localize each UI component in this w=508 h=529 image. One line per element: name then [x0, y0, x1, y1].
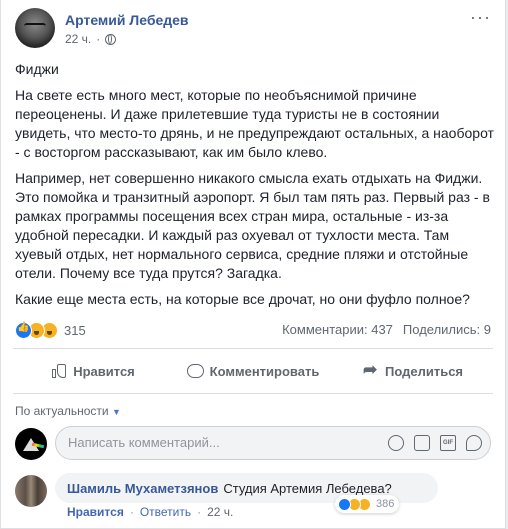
like-reaction-icon [15, 322, 32, 339]
post-time[interactable]: 22 ч. [65, 32, 91, 46]
post-body: Фиджи На свете есть много мест, которые … [15, 60, 495, 316]
comment-icon [186, 364, 204, 378]
like-reaction-icon [338, 497, 351, 511]
post-card: Артемий Лебедев 22 ч. · ··· Фиджи На све… [0, 0, 506, 529]
comment-reply-link[interactable]: Ответить [140, 505, 191, 519]
more-options-button[interactable]: ··· [470, 8, 491, 26]
separator: · [197, 505, 202, 519]
reactions-summary[interactable]: 315 [15, 322, 86, 339]
separator: · [129, 505, 134, 519]
divider [13, 393, 493, 394]
thumbs-up-icon [51, 363, 67, 379]
author-name[interactable]: Артемий Лебедев [65, 12, 189, 28]
post-actions: Нравится Комментировать Поделиться [13, 354, 493, 388]
comment-button[interactable]: Комментировать [173, 354, 333, 388]
comment-composer: Написать комментарий... GIF [15, 426, 491, 462]
comment-reactions[interactable]: 386 [335, 495, 400, 513]
like-button[interactable]: Нравится [13, 354, 173, 388]
share-label: Поделиться [384, 363, 464, 379]
comment-input[interactable]: Написать комментарий... GIF [55, 426, 491, 460]
post-paragraph: На свете есть много мест, которые по нео… [15, 87, 494, 160]
like-label: Нравится [73, 363, 135, 379]
post-meta: 22 ч. · [65, 32, 117, 46]
shares-count[interactable]: Поделились: 9 [403, 322, 491, 337]
comment-reactions-count: 386 [376, 498, 395, 510]
post-paragraph: Фиджи [15, 61, 59, 77]
author-avatar[interactable] [15, 8, 55, 48]
comment-sort-dropdown[interactable]: По актуальности ▼ [15, 404, 121, 418]
divider [13, 348, 493, 349]
avatar-glasses [24, 23, 46, 31]
share-button[interactable]: Поделиться [333, 354, 493, 388]
comment-item: Шамиль Мухаметзянов Студия Артемия Лебед… [15, 473, 491, 523]
post-stats: 315 Комментарии: 437 Поделились: 9 [15, 322, 491, 342]
emoji-icon[interactable] [388, 435, 404, 451]
sticker-icon[interactable] [466, 435, 482, 451]
caret-down-icon: ▼ [111, 407, 121, 417]
stats-right: Комментарии: 437 Поделились: 9 [282, 322, 491, 337]
reactions-count: 315 [64, 323, 86, 338]
globe-icon[interactable] [105, 33, 117, 45]
meta-dot: · [96, 32, 101, 46]
post-paragraph: Например, нет совершенно никакого смысла… [15, 170, 490, 281]
comment-text: Студия Артемия Лебедева? [223, 480, 392, 496]
comment-like-link[interactable]: Нравится [67, 505, 124, 519]
composer-icons: GIF [388, 435, 482, 451]
current-user-avatar [15, 428, 47, 460]
gif-icon[interactable]: GIF [440, 435, 456, 451]
post-paragraph: Какие еще места есть, на которые все дро… [15, 291, 470, 307]
comment-placeholder: Написать комментарий... [68, 435, 220, 450]
sort-label: По актуальности [15, 404, 109, 418]
comments-count[interactable]: Комментарии: 437 [282, 322, 393, 337]
camera-icon[interactable] [414, 435, 430, 451]
comment-time[interactable]: 22 ч. [207, 505, 233, 519]
comment-label: Комментировать [209, 363, 320, 379]
share-icon [363, 360, 379, 380]
post-header: Артемий Лебедев 22 ч. · ··· [15, 8, 495, 58]
comment-actions: Нравится · Ответить · 22 ч. [67, 505, 233, 519]
commenter-avatar[interactable] [15, 475, 47, 507]
commenter-name[interactable]: Шамиль Мухаметзянов [67, 481, 218, 496]
